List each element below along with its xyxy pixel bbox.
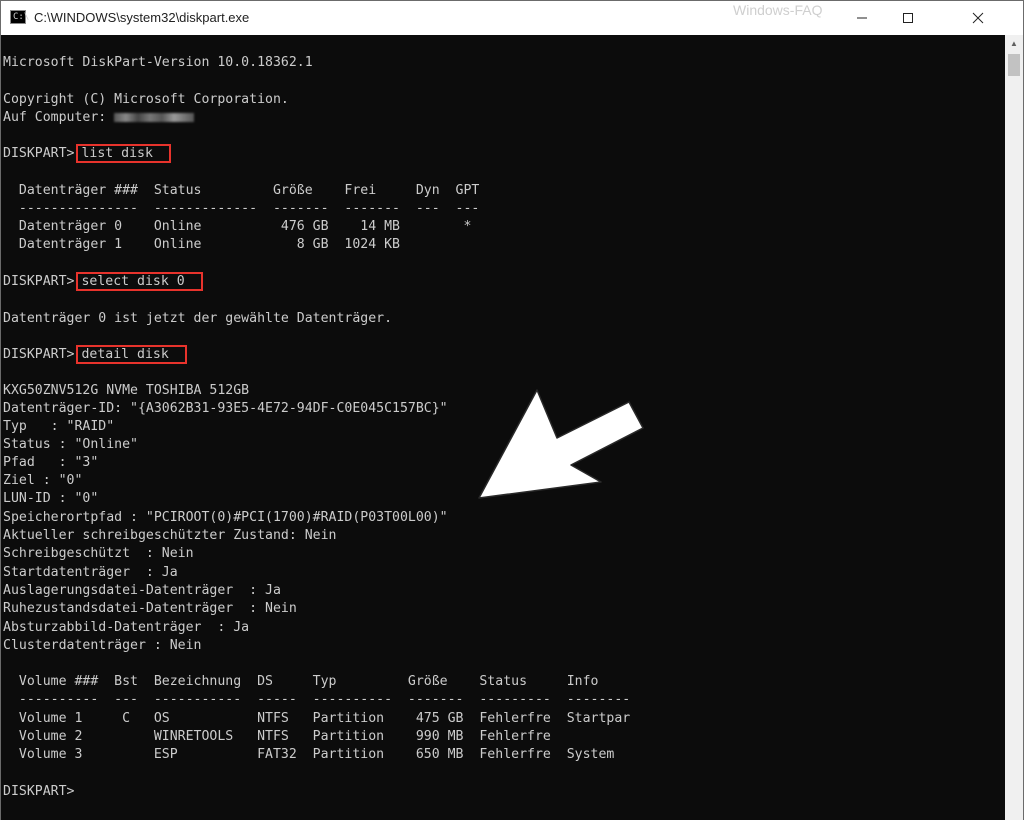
prompt-line: DISKPART> [3, 784, 75, 799]
detail-line: Auslagerungsdatei-Datenträger : Ja [3, 583, 281, 598]
command-line-3: DISKPART> detail disk [3, 345, 187, 364]
title-bar[interactable]: C:\ C:\WINDOWS\system32\diskpart.exe Win… [1, 1, 1023, 35]
arrow-icon [478, 389, 644, 499]
prompt: DISKPART> [3, 274, 75, 289]
console-output[interactable]: Microsoft DiskPart-Version 10.0.18362.1 … [1, 35, 1005, 820]
command-line-1: DISKPART> list disk [3, 144, 171, 163]
console-app-icon-label: C:\ [13, 12, 30, 22]
detail-line: Ruhezustandsdatei-Datenträger : Nein [3, 601, 297, 616]
detail-line: Clusterdatenträger : Nein [3, 638, 202, 653]
volume-table-row: Volume 3 ESP FAT32 Partition 650 MB Fehl… [3, 747, 615, 762]
copyright-line: Copyright (C) Microsoft Corporation. [3, 92, 289, 107]
minimize-button[interactable] [839, 1, 885, 35]
detail-line: Ziel : "0" [3, 473, 83, 488]
command-highlight: detail disk [76, 345, 187, 364]
detail-line: Pfad : "3" [3, 455, 99, 470]
detail-line: Schreibgeschützt : Nein [3, 546, 194, 561]
computer-line: Auf Computer: [3, 109, 195, 127]
detail-line: KXG50ZNV512G NVMe TOSHIBA 512GB [3, 383, 250, 398]
detail-line: Typ : "RAID" [3, 419, 115, 434]
command-highlight: select disk 0 [76, 272, 203, 291]
window-title: C:\WINDOWS\system32\diskpart.exe [34, 10, 250, 25]
volume-table-header: Volume ### Bst Bezeichnung DS Typ Größe … [3, 674, 599, 689]
prompt: DISKPART> [3, 347, 75, 362]
scroll-up-arrow[interactable]: ▲ [1005, 35, 1023, 52]
select-result-line: Datenträger 0 ist jetzt der gewählte Dat… [3, 311, 393, 326]
disk-table-separator: --------------- ------------- ------- --… [3, 201, 480, 216]
command-highlight: list disk [76, 144, 171, 163]
disk-table-row: Datenträger 1 Online 8 GB 1024 KB [3, 237, 400, 252]
volume-table-row: Volume 2 WINRETOOLS NTFS Partition 990 M… [3, 729, 551, 744]
close-button[interactable] [955, 1, 1001, 35]
console-app-icon[interactable]: C:\ [10, 10, 30, 24]
detail-line: Absturzabbild-Datenträger : Ja [3, 620, 250, 635]
detail-line: Aktueller schreibgeschützter Zustand: Ne… [3, 528, 337, 543]
computer-name-redacted [114, 112, 195, 122]
volume-table-separator: ---------- --- ----------- ----- -------… [3, 692, 631, 707]
maximize-button[interactable] [885, 1, 931, 35]
version-line: Microsoft DiskPart-Version 10.0.18362.1 [3, 55, 313, 70]
disk-table-header: Datenträger ### Status Größe Frei Dyn GP… [3, 183, 480, 198]
prompt: DISKPART> [3, 146, 75, 161]
maximize-icon [903, 13, 913, 23]
scrollbar-thumb[interactable] [1008, 54, 1020, 76]
detail-line: Startdatenträger : Ja [3, 565, 178, 580]
detail-line: Speicherortpfad : "PCIROOT(0)#PCI(1700)#… [3, 510, 448, 525]
detail-line: LUN-ID : "0" [3, 491, 99, 506]
vertical-scrollbar[interactable]: ▲ [1005, 35, 1023, 820]
close-icon [972, 12, 984, 24]
watermark: Windows-FAQ [733, 2, 823, 18]
detail-line: Status : "Online" [3, 437, 138, 452]
volume-table-row: Volume 1 C OS NTFS Partition 475 GB Fehl… [3, 711, 631, 726]
disk-table-row: Datenträger 0 Online 476 GB 14 MB * [3, 219, 472, 234]
console-window: C:\ C:\WINDOWS\system32\diskpart.exe Win… [0, 0, 1024, 820]
detail-line: Datenträger-ID: "{A3062B31-93E5-4E72-94D… [3, 401, 448, 416]
minimize-icon [857, 17, 867, 19]
computer-label: Auf Computer: [3, 110, 115, 125]
command-line-2: DISKPART> select disk 0 [3, 272, 203, 291]
